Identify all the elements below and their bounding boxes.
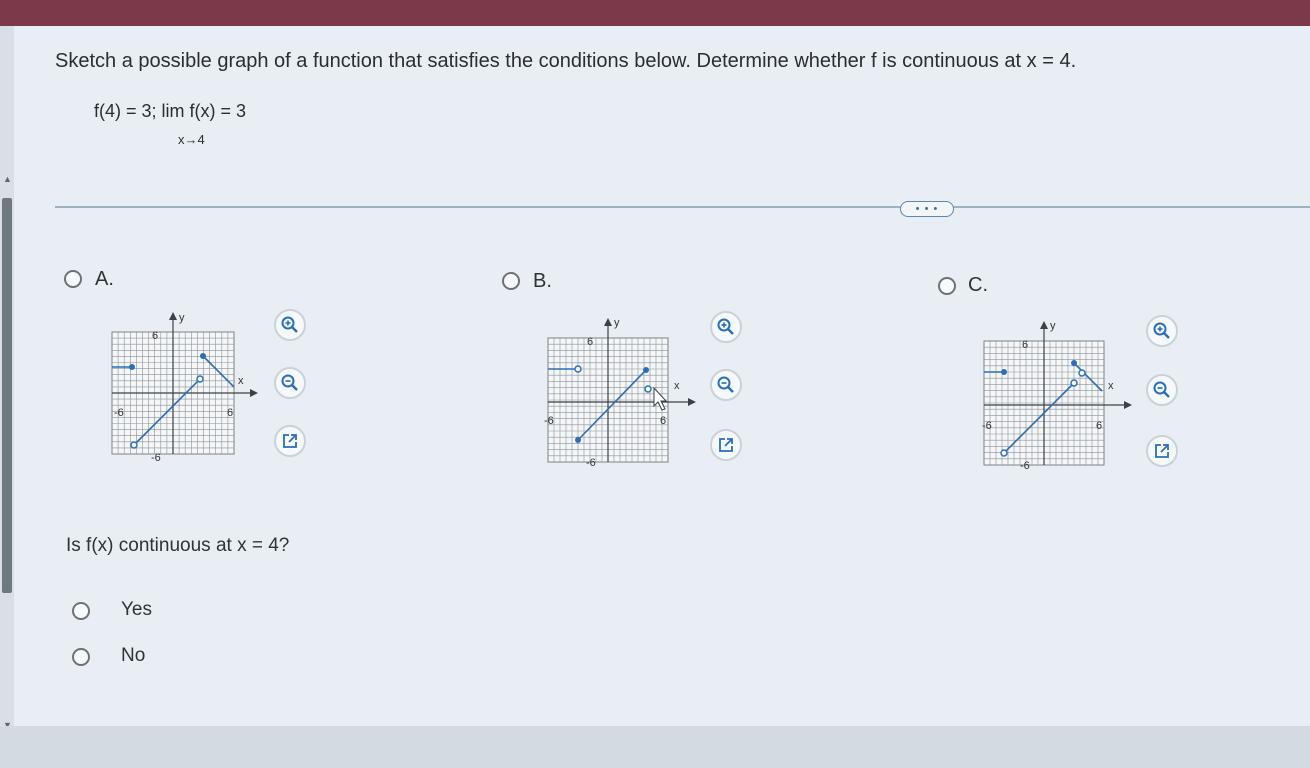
y-axis-label: y [1050, 320, 1056, 332]
limit-subscript: x→4 [178, 132, 205, 147]
open-point [196, 375, 204, 383]
tick-label-y-pos: 6 [587, 336, 593, 348]
browser-top-bar [0, 0, 1310, 26]
tick-label-y-pos: 6 [1022, 339, 1028, 351]
x-axis-arrow [1124, 401, 1132, 409]
open-point [644, 385, 652, 393]
zoom-out-icon [281, 374, 298, 391]
x-axis-label: x [1108, 380, 1114, 392]
closed-point [200, 353, 206, 359]
option-a-radio[interactable] [64, 270, 82, 288]
tick-label-x-neg: -6 [982, 420, 992, 432]
x-axis-label: x [674, 380, 680, 392]
zoom-in-icon [281, 316, 298, 333]
continuity-question: Is f(x) continuous at x = 4? [66, 535, 290, 556]
tick-label-x-pos: 6 [227, 407, 233, 419]
answer-yes-label[interactable]: Yes [121, 599, 152, 621]
answer-yes-radio[interactable] [72, 602, 90, 620]
option-b-graph: y x 6 -6 6 -6 [544, 310, 704, 470]
option-c-label: C. [968, 274, 988, 296]
x-axis-label: x [238, 375, 244, 387]
tick-label-x-pos: 6 [660, 415, 666, 427]
bottom-strip [0, 726, 1310, 768]
option-b-zoom-in-button[interactable] [710, 311, 742, 343]
tick-label-x-neg: -6 [544, 415, 554, 427]
external-link-icon [283, 434, 297, 448]
option-c-radio[interactable] [938, 277, 956, 295]
section-divider [55, 206, 1310, 208]
open-point [574, 365, 582, 373]
y-axis-arrow [169, 312, 177, 320]
option-b-label: B. [533, 270, 552, 292]
zoom-in-icon [1153, 322, 1170, 339]
tick-label-y-neg: -6 [1020, 460, 1030, 472]
y-axis-arrow [1040, 321, 1048, 329]
option-a-external-link-button[interactable] [274, 425, 306, 457]
closed-point [643, 367, 649, 373]
answer-no-label[interactable]: No [121, 645, 145, 667]
tick-label-y-neg: -6 [586, 457, 596, 469]
y-axis-arrow [604, 318, 612, 326]
option-a-zoom-in-button[interactable] [274, 309, 306, 341]
more-button[interactable]: • • • [900, 201, 954, 217]
question-text: Sketch a possible graph of a function th… [55, 50, 1077, 72]
open-point [130, 441, 138, 449]
option-c-zoom-out-button[interactable] [1146, 374, 1178, 406]
conditions-text: f(4) = 3; lim f(x) = 3 [94, 101, 247, 121]
zoom-in-icon [717, 318, 734, 335]
zoom-out-icon [717, 376, 734, 393]
option-a-zoom-out-button[interactable] [274, 367, 306, 399]
external-link-icon [719, 438, 733, 452]
closed-point [1071, 360, 1077, 366]
tick-label-y-neg: -6 [151, 452, 161, 464]
closed-point [1001, 369, 1007, 375]
option-c-zoom-in-button[interactable] [1146, 315, 1178, 347]
y-axis-label: y [179, 312, 185, 324]
scrollbar-thumb[interactable] [2, 198, 12, 593]
external-link-icon [1155, 444, 1169, 458]
tick-label-x-pos: 6 [1096, 420, 1102, 432]
open-point [1000, 449, 1008, 457]
x-axis-arrow [688, 398, 696, 406]
scroll-up-arrow-icon[interactable]: ▲ [3, 174, 12, 184]
tick-label-y-pos: 6 [152, 330, 158, 342]
option-c-external-link-button[interactable] [1146, 435, 1178, 467]
y-axis-label: y [614, 317, 620, 329]
open-point [1070, 379, 1078, 387]
option-a-label: A. [95, 268, 114, 290]
answer-no-radio[interactable] [72, 648, 90, 666]
x-axis-arrow [250, 389, 258, 397]
zoom-out-icon [1153, 381, 1170, 398]
open-point [1078, 369, 1086, 377]
tick-label-x-neg: -6 [114, 407, 124, 419]
option-a-graph: y x 6 -6 6 -6 [108, 308, 268, 468]
closed-point [575, 437, 581, 443]
option-b-external-link-button[interactable] [710, 429, 742, 461]
option-b-radio[interactable] [502, 272, 520, 290]
option-b-zoom-out-button[interactable] [710, 369, 742, 401]
left-scroll-rail: ▲ ▼ [0, 26, 14, 730]
option-c-graph: y x 6 -6 6 -6 [978, 313, 1138, 473]
closed-point [129, 364, 135, 370]
